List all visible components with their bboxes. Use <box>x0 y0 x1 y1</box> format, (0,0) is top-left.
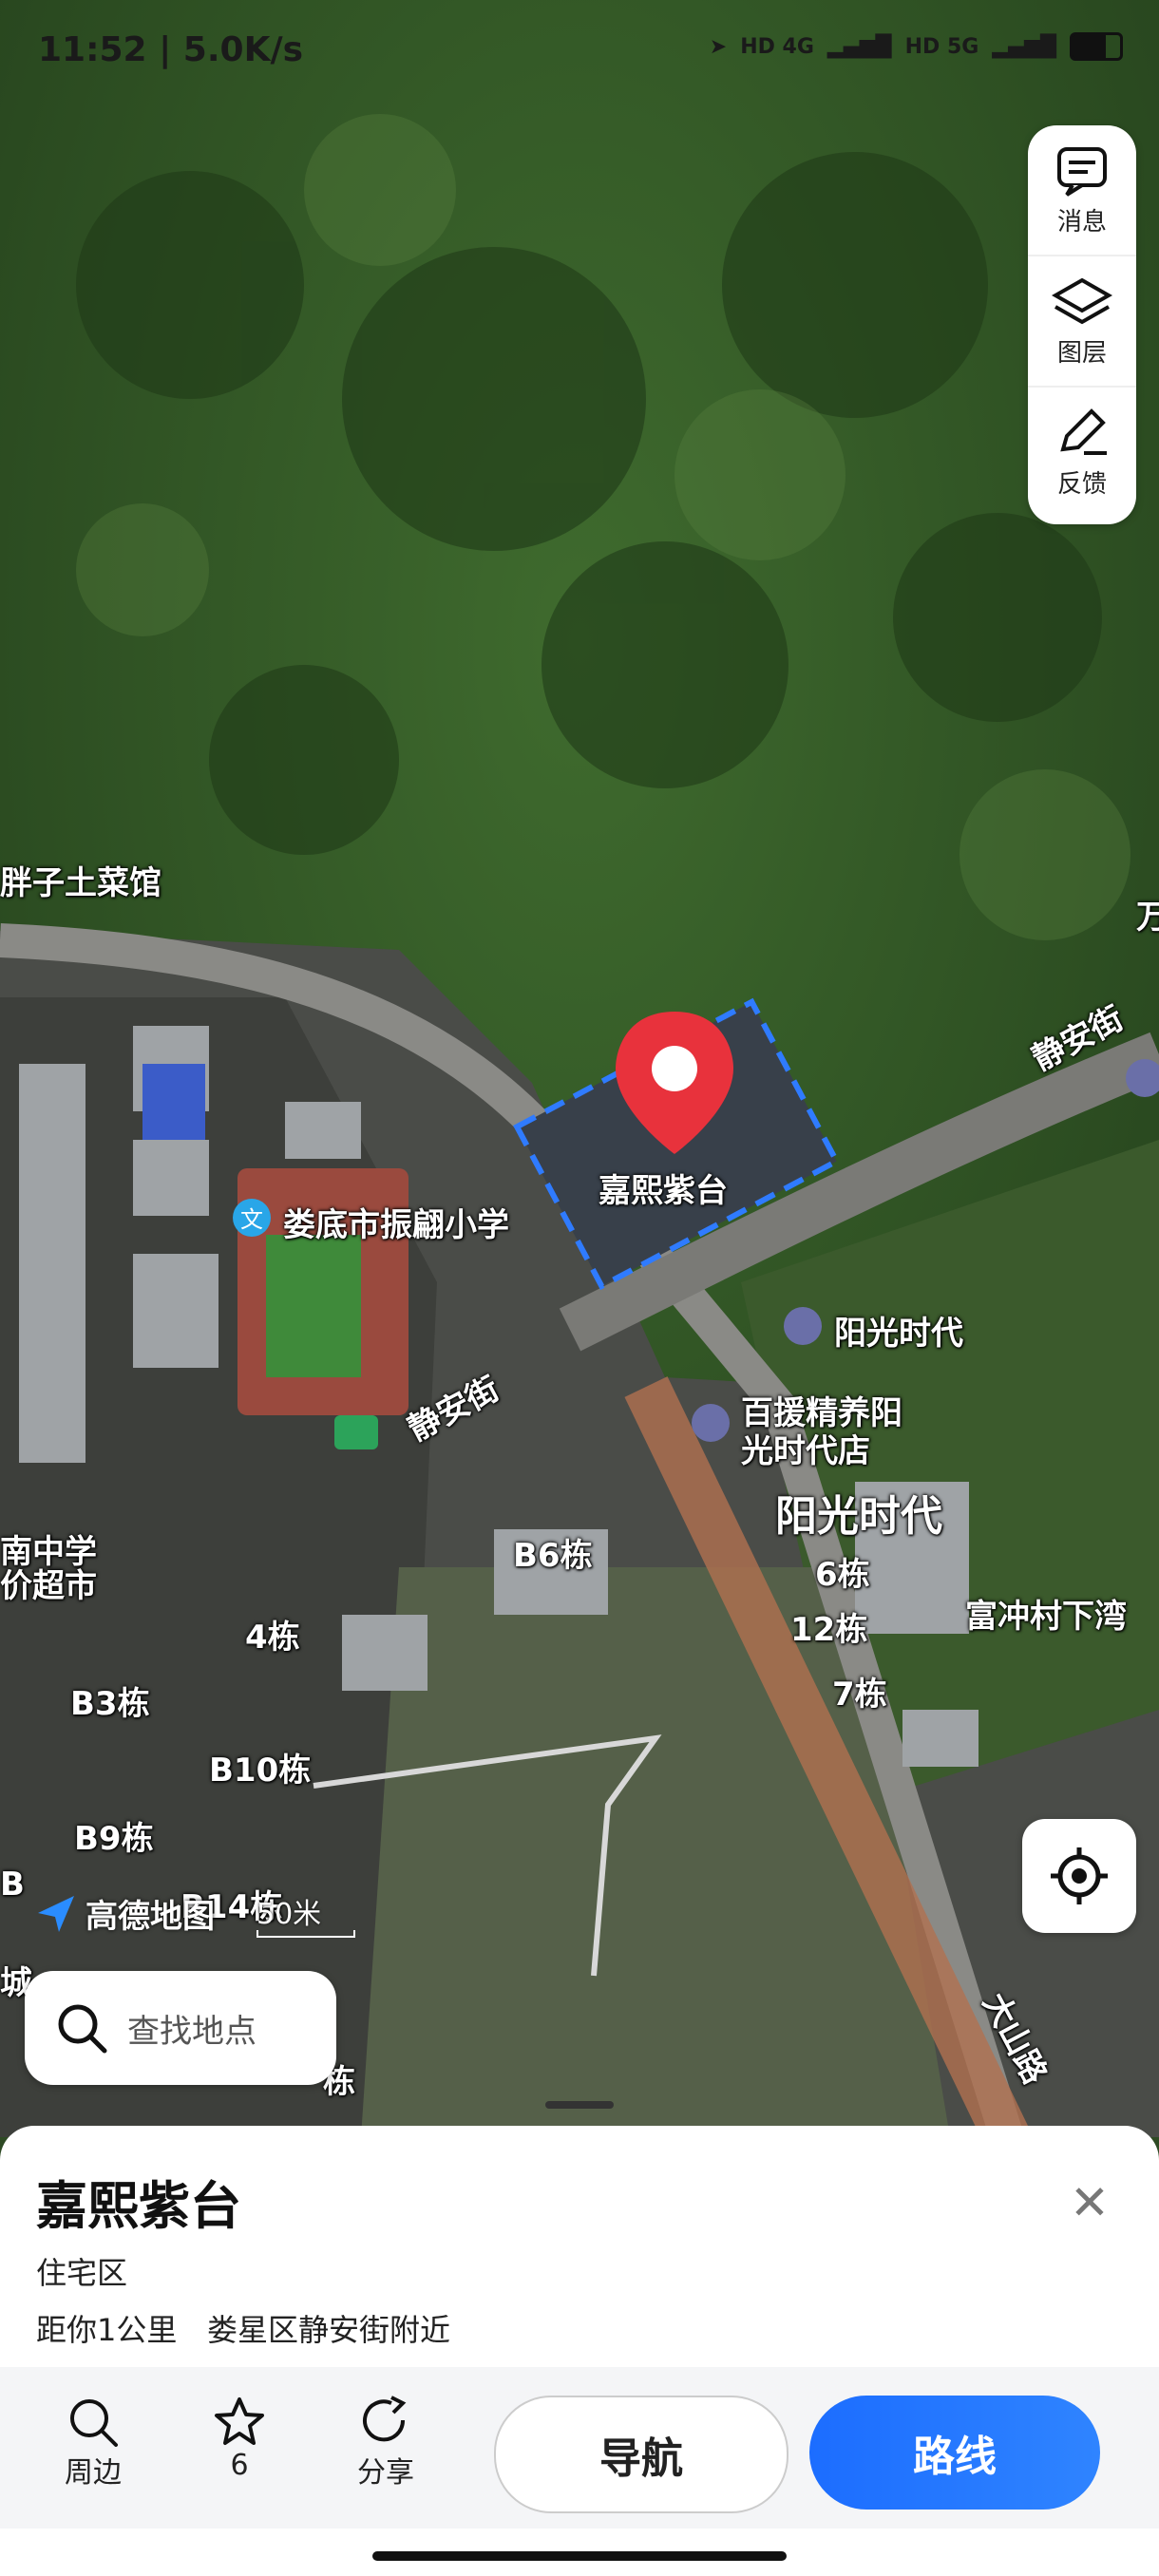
poi-address: 娄星区静安街附近 <box>207 2312 451 2348</box>
map-label-building: B6栋 <box>513 1537 593 1575</box>
signal-icon: ▂▄▆█ <box>826 34 892 59</box>
star-icon <box>215 2397 264 2445</box>
status-time: 11:52 | 5.0K/s <box>38 30 304 69</box>
map-label-building: B3栋 <box>70 1685 150 1723</box>
tool-label: 消息 <box>1056 207 1107 237</box>
signal-icon: ▂▄▆█ <box>992 34 1056 59</box>
map-tools-panel: 消息 图层 反馈 <box>1028 125 1136 524</box>
layers-icon <box>1052 277 1112 324</box>
favorite-button[interactable]: 6 <box>182 2396 296 2482</box>
map-label-yangguang[interactable]: 阳光时代 <box>834 1307 963 1354</box>
status-icons: ➤ HD 4G ▂▄▆█ HD 5G ▂▄▆█ <box>710 32 1123 61</box>
logo-text: 高德地图 <box>86 1898 215 1936</box>
poi-distance: 距你1公里 <box>36 2312 178 2348</box>
share-label: 分享 <box>357 2456 414 2490</box>
map-label-store-line2[interactable]: 光时代店 <box>741 1425 870 1471</box>
map-label-area: 阳光时代 <box>775 1492 942 1541</box>
map-label-partial: B <box>0 1866 25 1904</box>
feedback-button[interactable]: 反馈 <box>1028 388 1136 517</box>
nearby-label: 周边 <box>65 2456 122 2490</box>
map-label-building: 4栋 <box>245 1619 300 1657</box>
share-icon <box>363 2396 407 2442</box>
message-icon <box>1057 146 1107 197</box>
my-location-button[interactable] <box>1022 1819 1136 1933</box>
network-indicator: HD 4G <box>740 34 814 59</box>
home-indicator[interactable] <box>372 2551 787 2561</box>
scale-bar <box>256 1930 355 1938</box>
search-placeholder: 查找地点 <box>127 2012 256 2051</box>
sheet-drag-handle[interactable] <box>545 2101 614 2109</box>
poi-category: 住宅区 <box>36 2255 128 2291</box>
tool-label: 图层 <box>1056 338 1107 368</box>
network-indicator: HD 5G <box>904 34 979 59</box>
messages-button[interactable]: 消息 <box>1028 125 1136 256</box>
battery-icon <box>1070 32 1123 61</box>
map-label-partial[interactable]: 价超市 <box>0 1560 97 1606</box>
map-label-school[interactable]: 娄底市振翩小学 <box>283 1199 509 1245</box>
scale-label: 50米 <box>256 1898 322 1931</box>
poi-title: 嘉熙紫台 <box>36 2176 241 2236</box>
search-icon <box>58 2004 107 2054</box>
amap-logo-icon <box>38 1895 74 1932</box>
map-view[interactable]: 文 胖子土菜馆 万 静安街 静安街 娄底市振翩小学 嘉熙紫台 阳光时代 百援精养… <box>0 0 1159 2137</box>
crosshair-icon <box>1051 1847 1108 1904</box>
satellite-image: 文 <box>0 0 1159 2137</box>
map-label-building: B10栋 <box>209 1752 312 1790</box>
status-bar: 11:52 | 5.0K/s ➤ HD 4G ▂▄▆█ HD 5G ▂▄▆█ <box>0 0 1159 104</box>
close-icon[interactable]: ✕ <box>1070 2175 1110 2230</box>
map-label-partial: 万 <box>1136 899 1159 937</box>
map-label-building: 7栋 <box>832 1676 887 1714</box>
map-label-target[interactable]: 嘉熙紫台 <box>598 1165 728 1211</box>
map-label-building: 6栋 <box>815 1556 870 1594</box>
route-button[interactable]: 路线 <box>809 2396 1100 2510</box>
tool-label: 反馈 <box>1056 469 1107 499</box>
svg-text:文: 文 <box>240 1206 263 1233</box>
layers-button[interactable]: 图层 <box>1028 256 1136 388</box>
favorite-count: 6 <box>230 2449 249 2482</box>
nearby-button[interactable]: 周边 <box>36 2396 150 2491</box>
map-label-restaurant[interactable]: 胖子土菜馆 <box>0 857 162 903</box>
navigate-button[interactable]: 导航 <box>494 2396 788 2513</box>
search-icon <box>70 2399 118 2447</box>
amap-logo: 高德地图 <box>34 1890 215 1937</box>
search-box[interactable]: 查找地点 <box>25 1971 336 2085</box>
map-scale: 50米 <box>256 1890 355 1938</box>
share-button[interactable]: 分享 <box>329 2396 443 2491</box>
location-arrow-icon: ➤ <box>709 34 728 59</box>
map-label-building: 12栋 <box>790 1611 868 1649</box>
map-label-building: B9栋 <box>74 1820 154 1858</box>
map-label-village[interactable]: 富冲村下湾 <box>965 1590 1127 1637</box>
feedback-icon <box>1060 407 1107 455</box>
